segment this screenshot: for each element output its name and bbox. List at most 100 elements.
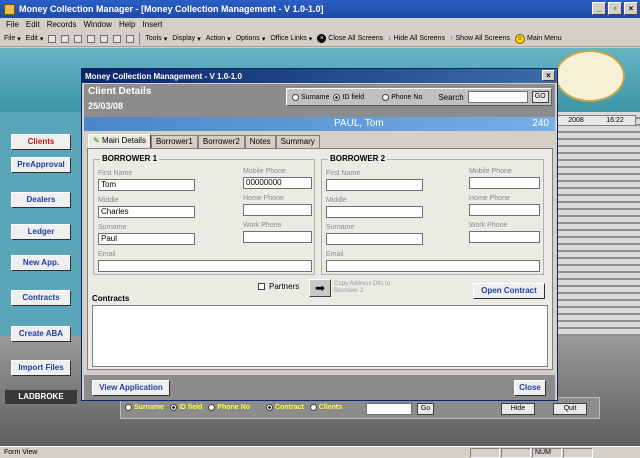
b1-first-name-field[interactable]: Tom: [98, 179, 195, 191]
close-all-screens-button[interactable]: × Close All Screens: [317, 34, 383, 43]
show-all-screens-button[interactable]: ↑ Show All Screens: [450, 35, 510, 42]
b1-middle-field[interactable]: Charles: [98, 206, 195, 218]
menu-edit[interactable]: Edit: [26, 20, 40, 29]
toolbar-action[interactable]: Action ▾: [206, 35, 231, 43]
minimize-button[interactable]: _: [592, 2, 606, 15]
b2-first-name-label: First Name: [326, 170, 361, 177]
b1-surname-field[interactable]: Paul: [98, 233, 195, 245]
restore-button[interactable]: ▫: [608, 2, 622, 15]
b2-email-field[interactable]: [326, 260, 540, 272]
borrower1-title: BORROWER 1: [100, 154, 160, 163]
toolbar-tools[interactable]: Tools ▾: [145, 35, 167, 43]
bg-quit-button[interactable]: Quit: [553, 403, 587, 415]
radio-id-field[interactable]: ID field: [333, 93, 364, 101]
copy-address-button[interactable]: ➡: [309, 279, 331, 297]
view-application-button[interactable]: View Application: [92, 380, 170, 396]
sort-icon[interactable]: [113, 34, 122, 43]
dialog-header: Client Details 25/03/08 Surname ID field…: [84, 84, 555, 117]
status-bar: Form View NUM: [0, 446, 640, 458]
nav-create-aba-button[interactable]: Create ABA: [11, 326, 71, 342]
tab-main-details[interactable]: ✎ Main Details: [88, 134, 151, 148]
search-input[interactable]: [467, 91, 528, 103]
b2-email-label: Email: [326, 251, 344, 258]
toolbar-options[interactable]: Options ▾: [236, 35, 266, 43]
b2-first-name-field[interactable]: [326, 179, 423, 191]
paste-icon[interactable]: [74, 34, 83, 43]
date-time-strip: 2008 16:22: [556, 115, 636, 126]
bg-radio-clients[interactable]: Clients: [309, 404, 342, 411]
find-icon[interactable]: [87, 34, 96, 43]
nav-dealers-button[interactable]: Dealers: [11, 192, 71, 208]
partners-option[interactable]: Partners: [258, 282, 299, 291]
tab-notes[interactable]: Notes: [244, 135, 276, 148]
bg-radio-phone-no[interactable]: Phone No: [208, 404, 250, 411]
menu-records[interactable]: Records: [47, 20, 77, 29]
nav-preapproval-button[interactable]: PreApproval: [11, 157, 71, 173]
close-button[interactable]: Close: [514, 380, 546, 396]
filter-icon[interactable]: [100, 34, 109, 43]
b1-first-name-label: First Name: [98, 170, 133, 177]
client-name: PAUL, Tom: [334, 118, 384, 129]
dialog-close-icon[interactable]: ×: [542, 70, 555, 81]
menu-insert[interactable]: Insert: [142, 20, 162, 29]
b1-email-label: Email: [98, 251, 116, 258]
close-window-button[interactable]: ×: [624, 2, 638, 15]
dialog-titlebar: Money Collection Management - V 1.0-1.0 …: [82, 69, 557, 83]
toolbar-display[interactable]: Display ▾: [172, 35, 200, 43]
toolbar: File ▾ Edit ▾ Tools ▾ Display ▾ Action ▾ Opti…: [0, 31, 640, 47]
status-cell: [501, 447, 531, 458]
tab-borrower1[interactable]: Borrower1: [150, 135, 198, 148]
toolbar-file[interactable]: File ▾: [4, 35, 21, 43]
tab-summary[interactable]: Summary: [275, 135, 320, 148]
menu-file[interactable]: File: [6, 20, 19, 29]
menu-window[interactable]: Window: [83, 20, 111, 29]
b2-work-field[interactable]: [469, 231, 540, 243]
bg-radio-contract[interactable]: Contract: [266, 404, 304, 411]
nav-ledger-button[interactable]: Ledger: [11, 224, 71, 240]
client-name-bar: PAUL, Tom 240: [84, 117, 555, 131]
b1-mobile-field[interactable]: 00000000: [243, 177, 312, 189]
client-details-dialog: Money Collection Management - V 1.0-1.0 …: [81, 68, 558, 401]
b2-surname-field[interactable]: [326, 233, 423, 245]
main-menu-button[interactable]: ☺ Main Menu: [515, 33, 562, 44]
nav-new-app-button[interactable]: New App.: [11, 255, 71, 271]
tab-borrower2[interactable]: Borrower2: [197, 135, 245, 148]
bg-hide-button[interactable]: Hide: [501, 403, 535, 415]
bg-radio-id-field[interactable]: ID field: [169, 404, 202, 411]
arrow-right-icon: ➡: [314, 281, 326, 295]
nav-clients-button[interactable]: Clients: [11, 134, 71, 150]
nav-ladbroke-button[interactable]: LADBROKE: [3, 388, 79, 406]
radio-surname[interactable]: Surname: [292, 93, 329, 101]
dialog-title: Money Collection Management - V 1.0-1.0: [85, 71, 242, 81]
copy-icon[interactable]: [61, 34, 70, 43]
toolbar-edit[interactable]: Edit ▾: [26, 35, 44, 43]
b2-middle-field[interactable]: [326, 206, 423, 218]
bg-search-input[interactable]: [366, 403, 412, 415]
nav-import-files-button[interactable]: Import Files: [11, 360, 71, 376]
bg-go-button[interactable]: Go: [417, 403, 434, 415]
b2-home-field[interactable]: [469, 204, 540, 216]
nav-contracts-button[interactable]: Contracts: [11, 290, 71, 306]
status-cell: [470, 447, 500, 458]
open-contract-button[interactable]: Open Contract: [473, 283, 545, 299]
search-label: Search: [438, 92, 464, 102]
refresh-icon[interactable]: [126, 34, 135, 43]
contracts-list[interactable]: [92, 305, 548, 367]
b1-home-field[interactable]: [243, 204, 312, 216]
b2-surname-label: Surname: [326, 224, 355, 231]
b1-email-field[interactable]: [98, 260, 312, 272]
b1-work-field[interactable]: [243, 231, 312, 243]
toolbar-office-links[interactable]: Office Links ▾: [270, 35, 312, 43]
go-button[interactable]: GO: [531, 91, 549, 103]
partners-checkbox[interactable]: [258, 283, 265, 290]
main-window-title: Money Collection Manager - [Money Collec…: [19, 4, 324, 14]
hide-all-screens-button[interactable]: ↓ Hide All Screens: [388, 35, 445, 42]
current-date: 2008: [568, 117, 584, 124]
bg-radio-surname[interactable]: Surname: [125, 404, 164, 411]
main-details-panel: BORROWER 1 First Name Tom Middle Charles…: [87, 148, 553, 370]
dialog-footer: View Application Close: [84, 375, 555, 400]
menu-help[interactable]: Help: [119, 20, 135, 29]
cut-icon[interactable]: [48, 34, 57, 43]
radio-phone-no[interactable]: Phone No: [382, 93, 422, 101]
b2-mobile-field[interactable]: [469, 177, 540, 189]
